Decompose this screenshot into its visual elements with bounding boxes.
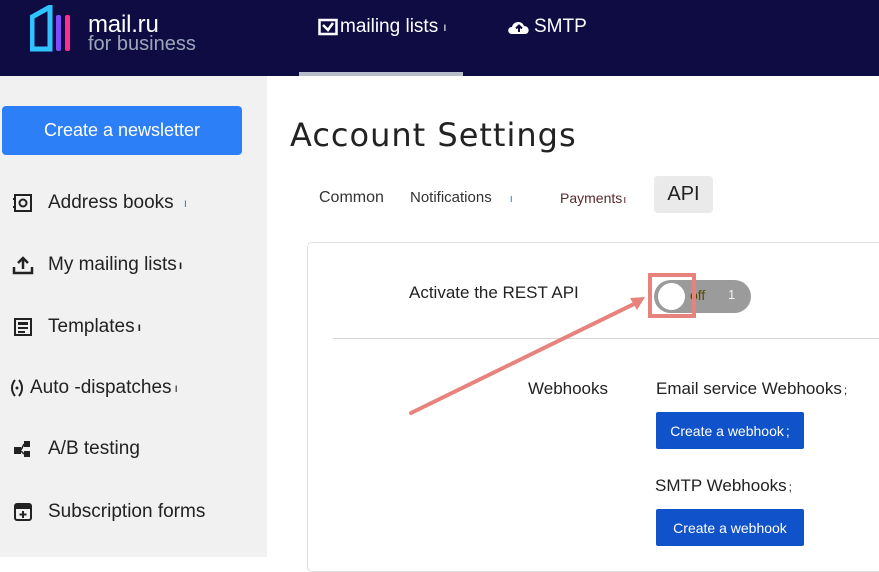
annotation-arrow xyxy=(409,297,645,415)
